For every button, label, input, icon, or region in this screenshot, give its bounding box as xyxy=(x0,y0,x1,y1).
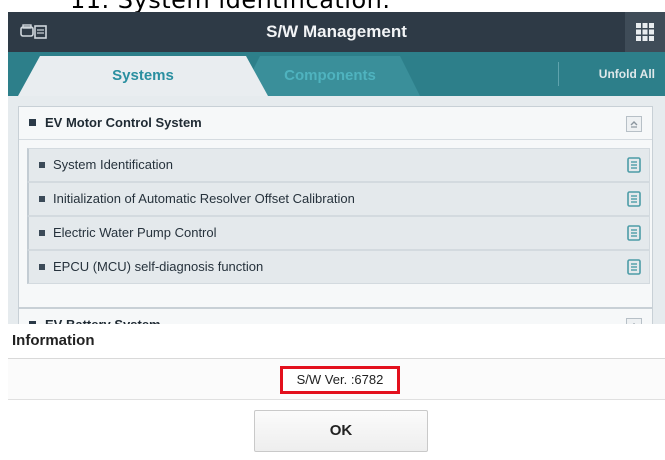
list-item[interactable]: Electric Water Pump Control xyxy=(27,216,650,250)
collapse-icon[interactable] xyxy=(626,116,642,132)
bullet-icon xyxy=(39,196,45,202)
document-icon[interactable] xyxy=(627,157,641,173)
tab-systems[interactable]: Systems xyxy=(18,56,268,96)
document-icon[interactable] xyxy=(627,259,641,275)
tab-systems-label: Systems xyxy=(112,67,174,84)
list-item-label: System Identification xyxy=(53,157,173,172)
top-bar: S/W Management xyxy=(8,12,665,52)
document-heading-text: 11. System identification. xyxy=(70,0,391,12)
unfold-all-button[interactable]: Unfold All xyxy=(599,52,655,96)
list-item[interactable]: Initialization of Automatic Resolver Off… xyxy=(27,182,650,216)
document-icon[interactable] xyxy=(627,225,641,241)
software-version-text: S/W Ver. :6782 xyxy=(280,366,400,394)
list-item-label: Electric Water Pump Control xyxy=(53,225,217,240)
system-name: EV Motor Control System xyxy=(45,115,202,130)
ok-button[interactable]: OK xyxy=(254,410,428,452)
dialog-title: Information xyxy=(12,332,95,349)
list-item[interactable]: EPCU (MCU) self-diagnosis function xyxy=(27,250,650,284)
bullet-icon xyxy=(39,230,45,236)
list-item-label: Initialization of Automatic Resolver Off… xyxy=(53,191,355,206)
bullet-icon xyxy=(39,264,45,270)
bullet-icon xyxy=(29,119,36,126)
list-item[interactable]: System Identification xyxy=(27,148,650,182)
dialog-message-area: S/W Ver. :6782 xyxy=(8,359,665,400)
bullet-icon xyxy=(39,162,45,168)
list-item-label: EPCU (MCU) self-diagnosis function xyxy=(53,259,264,274)
page-title: S/W Management xyxy=(266,22,407,41)
document-heading: 11. System identification. xyxy=(0,0,665,12)
information-dialog: Information S/W Ver. :6782 OK xyxy=(0,324,665,460)
system-group: EV Motor Control System System Identific… xyxy=(18,106,653,308)
apps-grid-icon xyxy=(636,23,654,41)
dialog-title-bar: Information xyxy=(8,324,665,359)
system-header[interactable]: EV Motor Control System xyxy=(19,107,652,140)
document-icon[interactable] xyxy=(627,191,641,207)
tab-bar: Components Systems Unfold All xyxy=(8,52,665,96)
apps-grid-button[interactable] xyxy=(625,12,665,52)
tab-divider xyxy=(558,62,559,86)
